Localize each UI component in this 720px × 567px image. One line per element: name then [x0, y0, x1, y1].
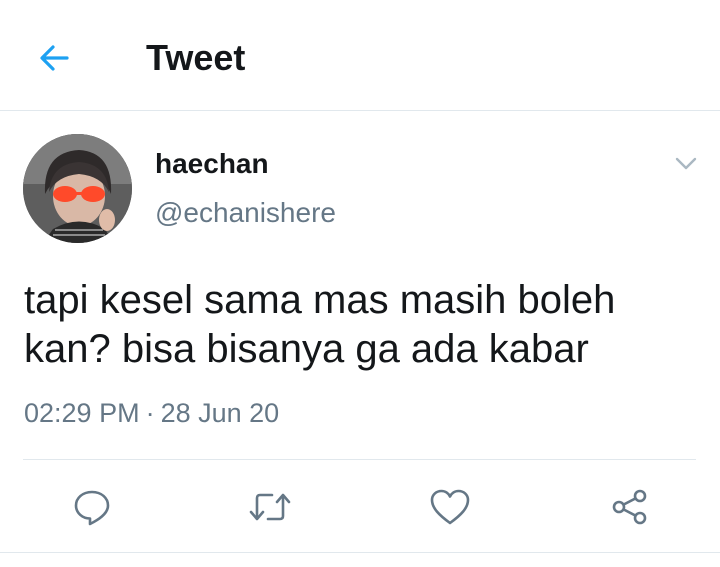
avatar[interactable] [23, 134, 132, 243]
tweet-timestamp: 02:29 PM · 28 Jun 20 [24, 396, 279, 430]
retweet-button[interactable] [248, 485, 292, 529]
back-button[interactable] [34, 38, 74, 78]
author-name[interactable]: haechan [155, 147, 269, 181]
timestamp-separator: · [145, 398, 155, 428]
tweet-date: 28 Jun 20 [160, 398, 280, 428]
tweet-menu-button[interactable] [668, 146, 704, 182]
reply-icon [74, 490, 110, 526]
page-title: Tweet [146, 37, 246, 78]
share-icon [612, 489, 647, 525]
like-icon [430, 489, 470, 525]
avatar-photo [23, 134, 132, 243]
author-handle[interactable]: @echanishere [155, 196, 336, 230]
divider [23, 459, 696, 460]
bottom-divider [0, 552, 720, 553]
arrow-left-icon [40, 45, 69, 71]
reply-button[interactable] [70, 485, 114, 529]
like-button[interactable] [428, 485, 472, 529]
retweet-icon [249, 493, 291, 521]
chevron-down-icon [675, 157, 697, 170]
top-bar: Tweet [0, 0, 720, 111]
share-button[interactable] [608, 485, 652, 529]
tweet-time: 02:29 PM [24, 398, 140, 428]
tweet-text: tapi kesel sama mas masih boleh kan? bis… [24, 278, 616, 371]
tweet-detail-screen: Tweet haechan @echanishere tapi kesel sa… [0, 0, 720, 567]
